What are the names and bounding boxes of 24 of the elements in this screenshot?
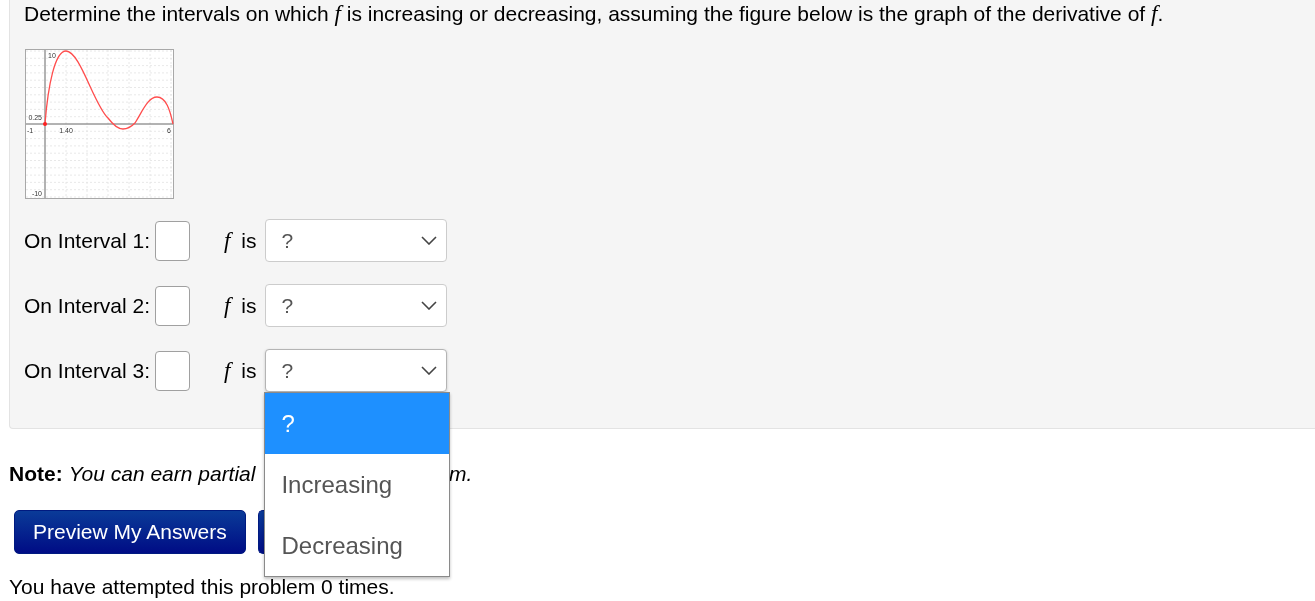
note-text: m. [449,462,473,486]
interval-label: On Interval 2: [24,293,151,318]
question-text: Determine the intervals on which f is increasing or decreasing, assuming the figure below is the graph of the derivative of f. [24,2,1165,26]
answer-field[interactable] [155,220,191,261]
f-is-text: f is [224,358,257,383]
caret-icon [421,236,438,245]
note-text: You can earn partial [68,462,256,485]
interval-label: On Interval 3: [24,358,151,383]
dropdown-option[interactable]: Decreasing [265,515,450,576]
interval-label: On Interval 1: [24,228,151,253]
caret-icon [421,301,438,310]
f-is-text: f is [224,293,257,318]
attempts-text: You have attempted this problem 0 times. [9,576,396,598]
preview-answers-button[interactable]: Preview My Answers [14,510,246,554]
answer-dropdown[interactable]: ? [265,219,448,262]
answer-dropdown[interactable]: ? [265,284,448,327]
partly-hidden-button[interactable] [257,510,266,554]
dropdown-option[interactable]: Increasing [265,454,450,515]
data-point-icon [43,122,47,126]
answer-field[interactable] [155,285,191,326]
caret-icon [421,366,438,375]
answer-field[interactable] [155,350,191,391]
f-is-text: f is [224,228,257,253]
note-label: Note: [9,462,63,485]
